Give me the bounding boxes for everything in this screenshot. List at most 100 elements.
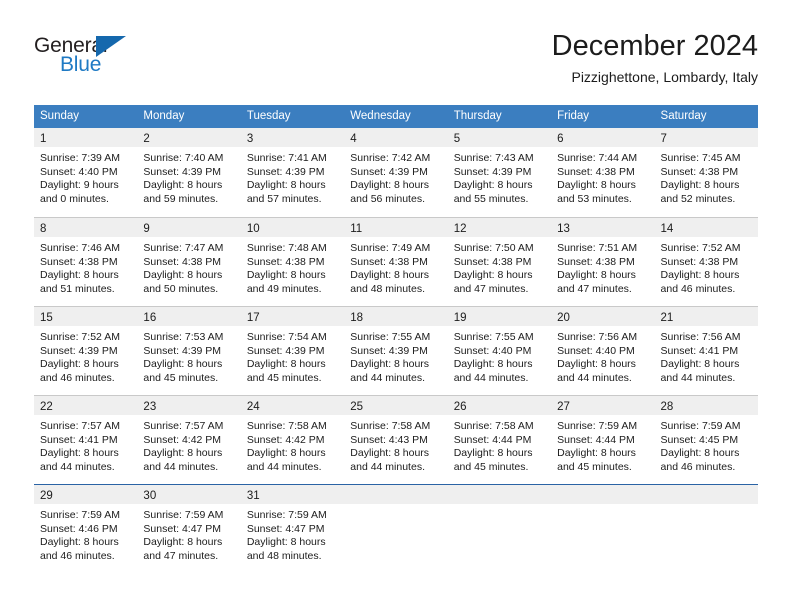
day-cell[interactable]: 19 Sunrise: 7:55 AM Sunset: 4:40 PM Dayl… [447,307,552,395]
page-title: December 2024 [551,30,758,62]
sunrise-text: Sunrise: 7:55 AM [453,331,534,343]
sunset-text: Sunset: 4:38 PM [660,165,739,178]
day-cell[interactable]: 25 Sunrise: 7:58 AM Sunset: 4:43 PM Dayl… [344,396,448,484]
calendar-grid: Sunday Monday Tuesday Wednesday Thursday… [34,105,758,573]
daylight-text-line1: Daylight: 8 hours [350,269,430,282]
day-cell[interactable]: 9 Sunrise: 7:47 AM Sunset: 4:38 PM Dayli… [137,218,241,306]
day-cell[interactable]: 30 Sunrise: 7:59 AM Sunset: 4:47 PM Dayl… [137,485,241,573]
day-cell[interactable]: 18 Sunrise: 7:55 AM Sunset: 4:39 PM Dayl… [344,307,448,395]
day-details: Sunrise: 7:39 AM Sunset: 4:40 PM Dayligh… [34,147,137,206]
sunrise-text: Sunrise: 7:59 AM [660,420,741,432]
sunset-text: Sunset: 4:40 PM [557,344,635,357]
sunset-text: Sunset: 4:39 PM [246,344,325,357]
daylight-text-line1: Daylight: 8 hours [660,179,740,192]
sunrise-text: Sunrise: 7:49 AM [350,242,431,254]
daylight-text-line2: and 48 minutes. [246,549,322,562]
day-cell[interactable]: 17 Sunrise: 7:54 AM Sunset: 4:39 PM Dayl… [240,307,345,395]
daylight-text-line1: Daylight: 8 hours [40,447,119,460]
day-cell[interactable]: 7 Sunrise: 7:45 AM Sunset: 4:38 PM Dayli… [654,128,758,217]
day-details: Sunrise: 7:41 AM Sunset: 4:39 PM Dayligh… [241,147,344,206]
daylight-text-line1: Daylight: 8 hours [557,269,636,282]
day-cell[interactable]: 21 Sunrise: 7:56 AM Sunset: 4:41 PM Dayl… [654,307,758,395]
day-cell[interactable]: 10 Sunrise: 7:48 AM Sunset: 4:38 PM Dayl… [240,218,345,306]
day-number-strip: 15 [34,307,138,326]
day-details: Sunrise: 7:48 AM Sunset: 4:38 PM Dayligh… [241,237,344,296]
day-cell[interactable]: 8 Sunrise: 7:46 AM Sunset: 4:38 PM Dayli… [34,218,138,306]
day-cell[interactable]: 16 Sunrise: 7:53 AM Sunset: 4:39 PM Dayl… [137,307,241,395]
day-details: Sunrise: 7:58 AM Sunset: 4:44 PM Dayligh… [448,415,551,474]
day-cell[interactable]: 29 Sunrise: 7:59 AM Sunset: 4:46 PM Dayl… [34,485,138,573]
day-cell[interactable]: 3 Sunrise: 7:41 AM Sunset: 4:39 PM Dayli… [240,128,345,217]
day-number-strip: 16 [137,307,241,326]
sunrise-text: Sunrise: 7:58 AM [453,420,534,432]
day-cell[interactable]: 28 Sunrise: 7:59 AM Sunset: 4:45 PM Dayl… [654,396,758,484]
weekday-saturday: Saturday [660,110,707,122]
sunrise-text: Sunrise: 7:51 AM [557,242,638,254]
daylight-text-line2: and 46 minutes. [40,371,115,384]
weekday-wednesday: Wednesday [350,110,411,122]
day-number-strip: 27 [551,396,655,415]
sunset-text: Sunset: 4:39 PM [143,165,222,178]
daylight-text-line1: Daylight: 8 hours [40,536,119,549]
day-cell[interactable]: 27 Sunrise: 7:59 AM Sunset: 4:44 PM Dayl… [551,396,655,484]
daylight-text-line2: and 44 minutes. [350,371,425,384]
sunrise-text: Sunrise: 7:57 AM [143,420,224,432]
sunset-text: Sunset: 4:40 PM [40,165,118,178]
day-cell[interactable]: 20 Sunrise: 7:56 AM Sunset: 4:40 PM Dayl… [551,307,655,395]
day-cell[interactable]: 5 Sunrise: 7:43 AM Sunset: 4:39 PM Dayli… [447,128,552,217]
daylight-text-line1: Daylight: 8 hours [453,269,533,282]
day-number-strip: 8 [34,218,138,237]
sunset-text: Sunset: 4:38 PM [660,255,739,268]
day-number-strip: 11 [344,218,448,237]
day-cell[interactable]: 31 Sunrise: 7:59 AM Sunset: 4:47 PM Dayl… [240,485,345,573]
day-cell[interactable]: 1 Sunrise: 7:39 AM Sunset: 4:40 PM Dayli… [34,128,138,217]
day-cell[interactable]: 6 Sunrise: 7:44 AM Sunset: 4:38 PM Dayli… [551,128,655,217]
day-number-strip: 28 [654,396,758,415]
day-details: Sunrise: 7:58 AM Sunset: 4:43 PM Dayligh… [344,415,447,474]
sunset-text: Sunset: 4:42 PM [143,433,222,446]
day-number: 7 [660,133,667,145]
day-number: 29 [40,490,53,502]
day-number: 28 [660,401,674,413]
sunrise-text: Sunrise: 7:57 AM [40,420,120,432]
day-cell[interactable]: 24 Sunrise: 7:58 AM Sunset: 4:42 PM Dayl… [240,396,345,484]
day-details: Sunrise: 7:54 AM Sunset: 4:39 PM Dayligh… [241,326,344,385]
sunrise-text: Sunrise: 7:59 AM [246,509,327,521]
day-cell[interactable]: 11 Sunrise: 7:49 AM Sunset: 4:38 PM Dayl… [344,218,448,306]
day-number-strip: 19 [447,307,552,326]
sunrise-text: Sunrise: 7:54 AM [246,331,327,343]
day-cell[interactable]: 15 Sunrise: 7:52 AM Sunset: 4:39 PM Dayl… [34,307,138,395]
daylight-text-line2: and 46 minutes. [660,282,736,295]
day-cell[interactable]: 12 Sunrise: 7:50 AM Sunset: 4:38 PM Dayl… [447,218,552,306]
day-cell[interactable]: 26 Sunrise: 7:58 AM Sunset: 4:44 PM Dayl… [447,396,552,484]
daylight-text-line1: Daylight: 8 hours [350,447,430,460]
sunset-text: Sunset: 4:41 PM [40,433,118,446]
day-details: Sunrise: 7:56 AM Sunset: 4:41 PM Dayligh… [655,326,758,385]
day-cell[interactable]: 23 Sunrise: 7:57 AM Sunset: 4:42 PM Dayl… [137,396,241,484]
daylight-text-line1: Daylight: 8 hours [557,358,636,371]
day-details: Sunrise: 7:56 AM Sunset: 4:40 PM Dayligh… [551,326,654,385]
daylight-text-line1: Daylight: 8 hours [350,358,430,371]
day-number-strip: 31 [240,485,345,504]
daylight-text-line1: Daylight: 8 hours [143,179,223,192]
day-number: 30 [143,490,157,502]
day-number: 4 [350,133,357,145]
day-cell[interactable]: 4 Sunrise: 7:42 AM Sunset: 4:39 PM Dayli… [344,128,448,217]
page-subtitle: Pizzighettone, Lombardy, Italy [571,69,758,85]
daylight-text-line2: and 45 minutes. [453,460,529,473]
day-cell-empty [654,485,758,573]
day-cell[interactable]: 14 Sunrise: 7:52 AM Sunset: 4:38 PM Dayl… [654,218,758,306]
sunrise-text: Sunrise: 7:46 AM [40,242,120,254]
day-cell[interactable]: 13 Sunrise: 7:51 AM Sunset: 4:38 PM Dayl… [551,218,655,306]
day-cell[interactable]: 22 Sunrise: 7:57 AM Sunset: 4:41 PM Dayl… [34,396,138,484]
daylight-text-line2: and 44 minutes. [350,460,425,473]
day-details: Sunrise: 7:43 AM Sunset: 4:39 PM Dayligh… [448,147,551,206]
daylight-text-line2: and 45 minutes. [557,460,632,473]
sunset-text: Sunset: 4:43 PM [350,433,428,446]
day-number-strip: 21 [654,307,758,326]
day-cell[interactable]: 2 Sunrise: 7:40 AM Sunset: 4:39 PM Dayli… [137,128,241,217]
day-number: 5 [453,133,461,145]
day-details: Sunrise: 7:55 AM Sunset: 4:39 PM Dayligh… [344,326,447,385]
daylight-text-line2: and 50 minutes. [143,282,219,295]
sunrise-text: Sunrise: 7:44 AM [557,152,638,164]
